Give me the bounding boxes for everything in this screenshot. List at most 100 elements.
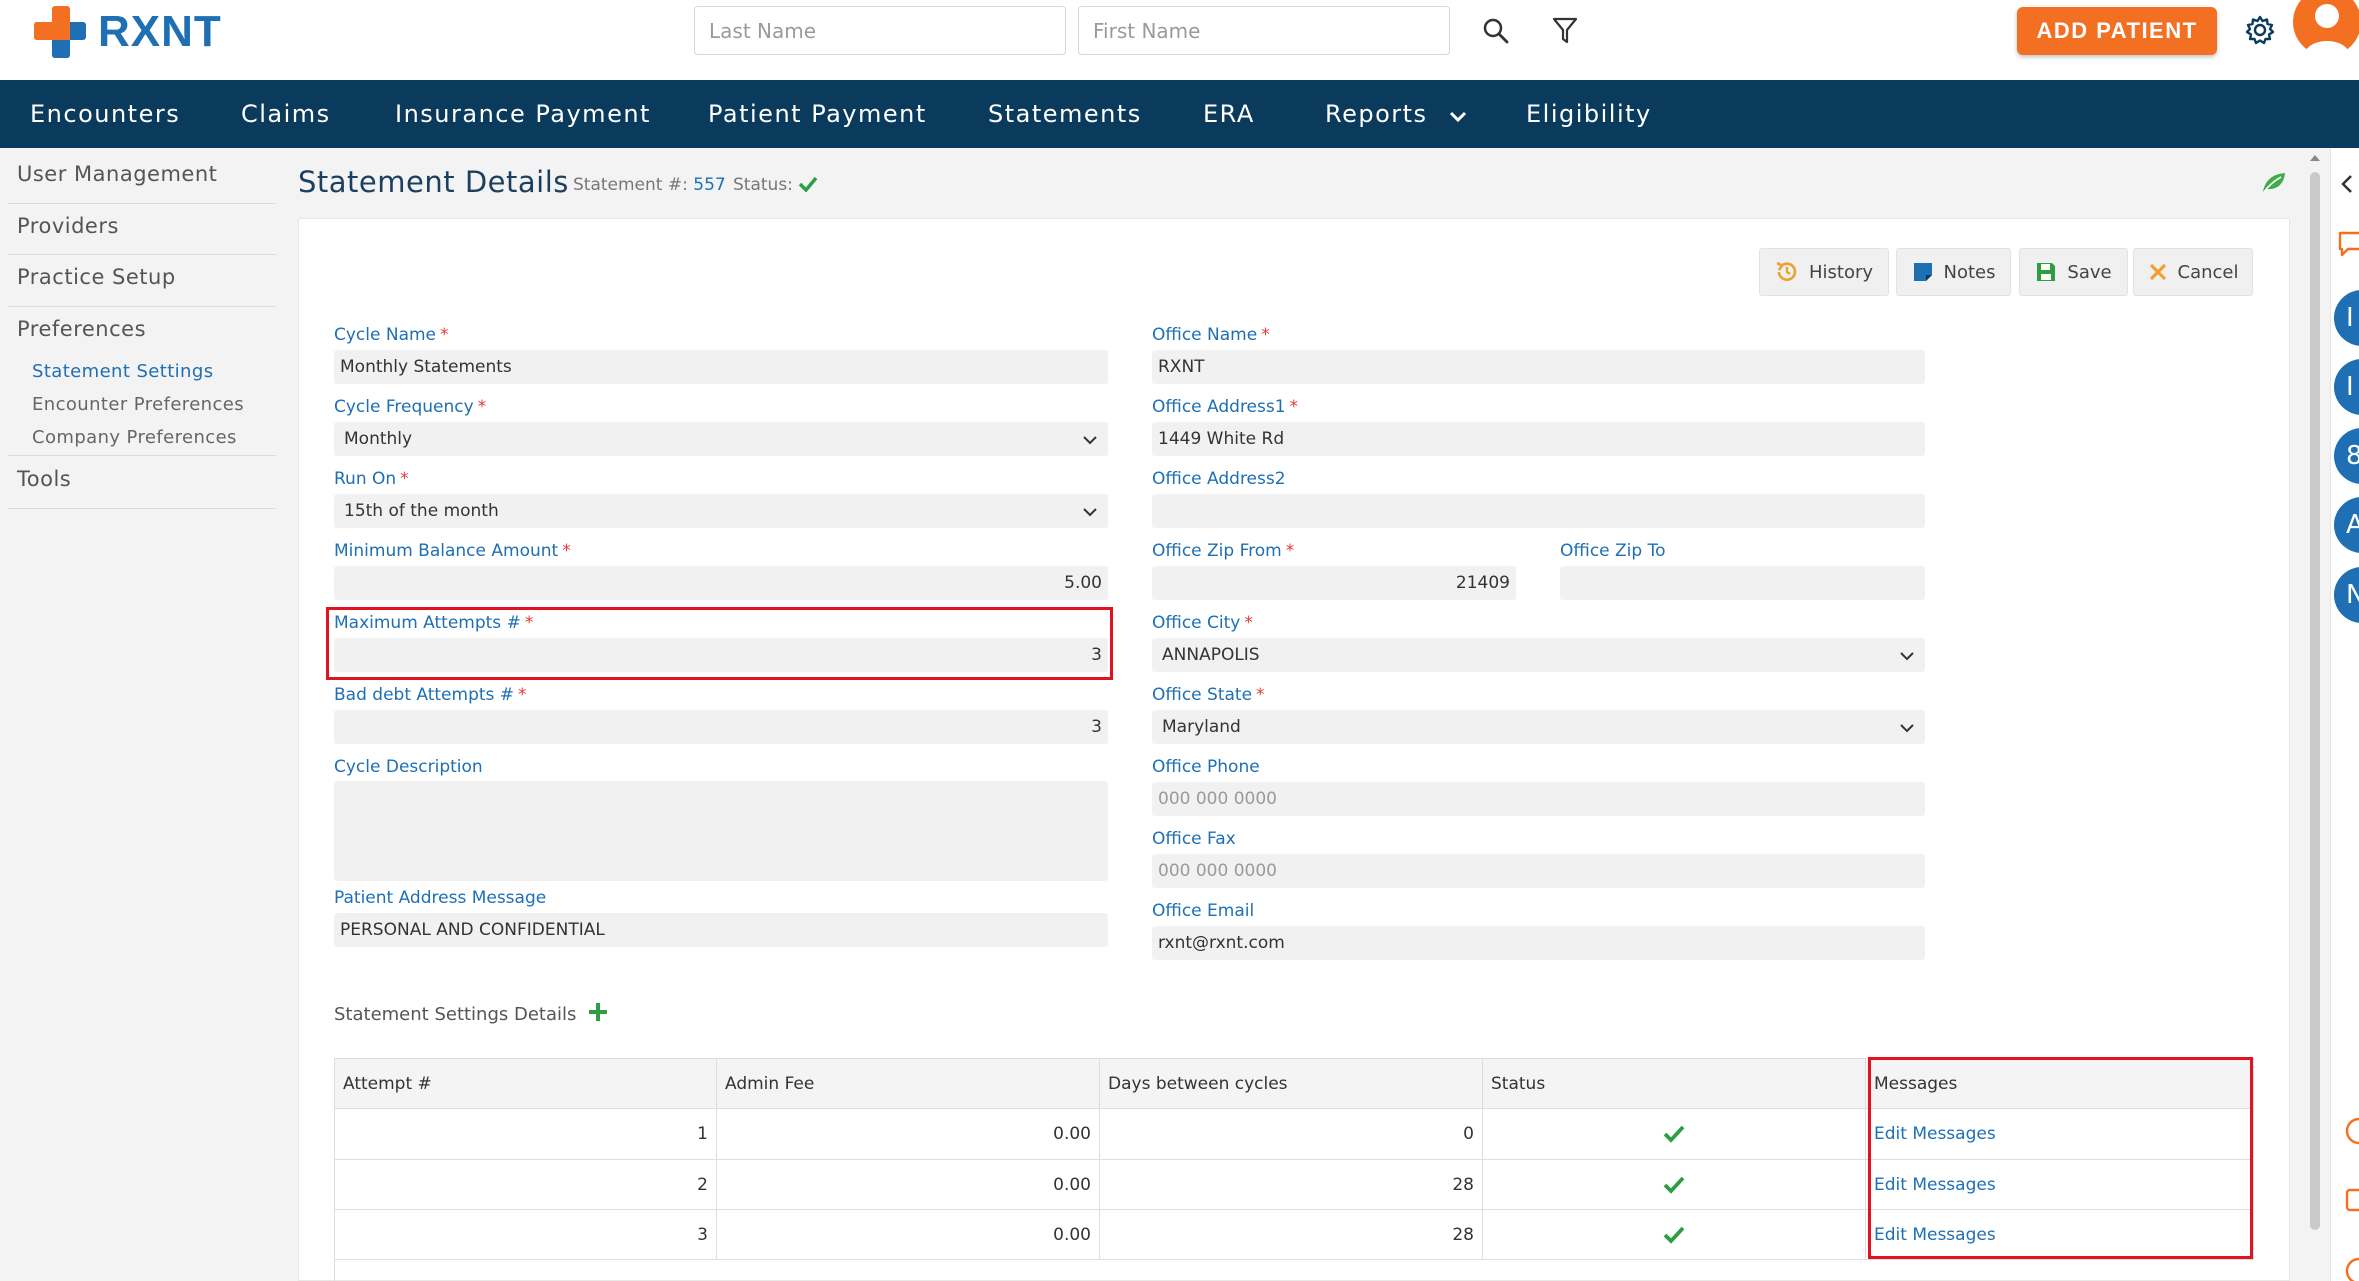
cycle-description-textarea[interactable] xyxy=(334,781,1108,881)
column-header: Attempt # xyxy=(334,1059,717,1109)
patient-address-msg-field[interactable]: PERSONAL AND CONFIDENTIAL xyxy=(334,913,1108,947)
chevron-down-icon xyxy=(1449,81,1467,149)
cycle-frequency-label: Cycle Frequency * xyxy=(334,397,487,417)
office-city-select[interactable]: ANNAPOLIS xyxy=(1152,638,1925,672)
office-state-value: Maryland xyxy=(1162,717,1241,737)
office-city-label: Office City * xyxy=(1152,613,1253,633)
office-address1-field[interactable]: 1449 White Rd xyxy=(1152,422,1925,456)
run-on-label: Run On * xyxy=(334,469,409,489)
check-icon xyxy=(1663,1226,1685,1244)
scroll-up-icon[interactable] xyxy=(2307,150,2323,166)
cycle-description-label: Cycle Description xyxy=(334,757,483,777)
table-cell-admin-fee[interactable]: 0.00 xyxy=(717,1109,1100,1160)
nav-claims[interactable]: Claims xyxy=(241,80,331,148)
office-zip-to-field[interactable] xyxy=(1560,566,1925,600)
history-label: History xyxy=(1808,261,1874,283)
table-cell-days[interactable]: 28 xyxy=(1100,1210,1483,1260)
user-avatar[interactable] xyxy=(2292,0,2359,56)
patient-address-msg-label: Patient Address Message xyxy=(334,888,547,908)
sidebar-item-user-management[interactable]: User Management xyxy=(17,162,217,186)
table-cell-admin-fee[interactable]: 0.00 xyxy=(717,1210,1100,1260)
search-icon[interactable] xyxy=(1479,14,1513,48)
filter-icon[interactable] xyxy=(1548,14,1582,48)
leaf-icon[interactable] xyxy=(2261,170,2287,198)
office-zip-from-field[interactable]: 21409 xyxy=(1152,566,1516,600)
chevron-down-icon xyxy=(1082,431,1098,451)
nav-eligibility[interactable]: Eligibility xyxy=(1526,80,1652,148)
office-fax-label: Office Fax xyxy=(1152,829,1236,849)
add-icon[interactable] xyxy=(588,1002,608,1022)
back-arrow-icon[interactable] xyxy=(2335,172,2359,196)
cancel-label: Cancel xyxy=(2177,261,2239,283)
sidebar-item-encounter-preferences[interactable]: Encounter Preferences xyxy=(32,394,244,415)
gear-icon[interactable] xyxy=(2243,13,2277,47)
run-on-value: 15th of the month xyxy=(344,501,499,521)
sidebar-item-practice-setup[interactable]: Practice Setup xyxy=(17,265,176,289)
table-cell-admin-fee[interactable]: 0.00 xyxy=(717,1160,1100,1210)
nav-insurance-payment[interactable]: Insurance Payment xyxy=(395,80,651,148)
check-icon xyxy=(1663,1176,1685,1194)
table-cell-attempt: 3 xyxy=(334,1210,717,1260)
nav-reports[interactable]: Reports xyxy=(1325,80,1467,148)
office-state-select[interactable]: Maryland xyxy=(1152,710,1925,744)
office-address2-field[interactable] xyxy=(1152,494,1925,528)
office-phone-label: Office Phone xyxy=(1152,757,1260,777)
max-attempts-highlight xyxy=(326,607,1113,680)
check-icon xyxy=(799,176,818,193)
nav-era[interactable]: ERA xyxy=(1203,80,1255,148)
run-on-select[interactable]: 15th of the month xyxy=(334,494,1108,528)
table-cell-status xyxy=(1483,1109,1866,1160)
save-icon xyxy=(2037,263,2056,281)
feedback-icon[interactable] xyxy=(2344,1186,2359,1216)
office-phone-field[interactable]: 000 000 0000 xyxy=(1152,782,1925,816)
first-name-input[interactable] xyxy=(1078,6,1450,55)
bad-debt-label: Bad debt Attempts # * xyxy=(334,685,527,705)
sidebar-item-tools[interactable]: Tools xyxy=(17,467,71,491)
office-name-field[interactable]: RXNT xyxy=(1152,350,1925,384)
sidebar-divider xyxy=(8,203,276,204)
nav-encounters[interactable]: Encounters xyxy=(30,80,180,148)
sidebar-item-company-preferences[interactable]: Company Preferences xyxy=(32,427,237,448)
table-cell-attempt: 2 xyxy=(334,1160,717,1210)
save-button[interactable]: Save xyxy=(2019,248,2128,296)
sidebar-item-preferences[interactable]: Preferences xyxy=(17,317,146,341)
close-icon xyxy=(2149,263,2166,281)
page-title: Statement Details xyxy=(298,165,569,199)
main-nav: Encounters Claims Insurance Payment Pati… xyxy=(0,80,2359,148)
cycle-frequency-select[interactable]: Monthly xyxy=(334,422,1108,456)
sidebar-item-statement-settings[interactable]: Statement Settings xyxy=(32,361,213,382)
history-button[interactable]: History xyxy=(1759,248,1889,296)
cancel-button[interactable]: Cancel xyxy=(2133,248,2253,296)
table-cell-days[interactable]: 28 xyxy=(1100,1160,1483,1210)
nav-patient-payment[interactable]: Patient Payment xyxy=(708,80,927,148)
add-patient-button[interactable]: ADD PATIENT xyxy=(2017,7,2217,55)
table-cell-attempt: 1 xyxy=(334,1109,717,1160)
last-name-input[interactable] xyxy=(694,6,1066,55)
min-balance-field[interactable]: 5.00 xyxy=(334,566,1108,600)
nav-statements[interactable]: Statements xyxy=(988,80,1142,148)
cycle-name-field[interactable]: Monthly Statements xyxy=(334,350,1108,384)
top-header: RXNT ADD PATIENT xyxy=(0,0,2359,80)
notes-button[interactable]: Notes xyxy=(1896,248,2011,296)
rxnt-logo[interactable]: RXNT xyxy=(32,4,222,60)
save-label: Save xyxy=(2067,261,2112,283)
nav-reports-label: Reports xyxy=(1325,100,1428,128)
office-city-value: ANNAPOLIS xyxy=(1162,645,1260,665)
office-fax-field[interactable]: 000 000 0000 xyxy=(1152,854,1925,888)
notes-icon xyxy=(1913,263,1932,281)
table-cell-days[interactable]: 0 xyxy=(1100,1109,1483,1160)
info-icon[interactable] xyxy=(2344,1256,2359,1281)
column-header: Admin Fee xyxy=(717,1059,1100,1109)
help-icon[interactable] xyxy=(2344,1116,2359,1146)
column-header: Days between cycles xyxy=(1100,1059,1483,1109)
bad-debt-field[interactable]: 3 xyxy=(334,710,1108,744)
scrollbar-thumb[interactable] xyxy=(2310,172,2320,1230)
office-email-field[interactable]: rxnt@rxnt.com xyxy=(1152,926,1925,960)
sidebar-divider xyxy=(8,306,276,307)
sidebar-item-providers[interactable]: Providers xyxy=(17,214,119,238)
logo-cross-icon xyxy=(32,4,88,60)
chat-icon[interactable] xyxy=(2337,230,2359,258)
office-address2-label: Office Address2 xyxy=(1152,469,1286,489)
office-name-label: Office Name * xyxy=(1152,325,1270,345)
statement-number-value: 557 xyxy=(693,175,726,195)
